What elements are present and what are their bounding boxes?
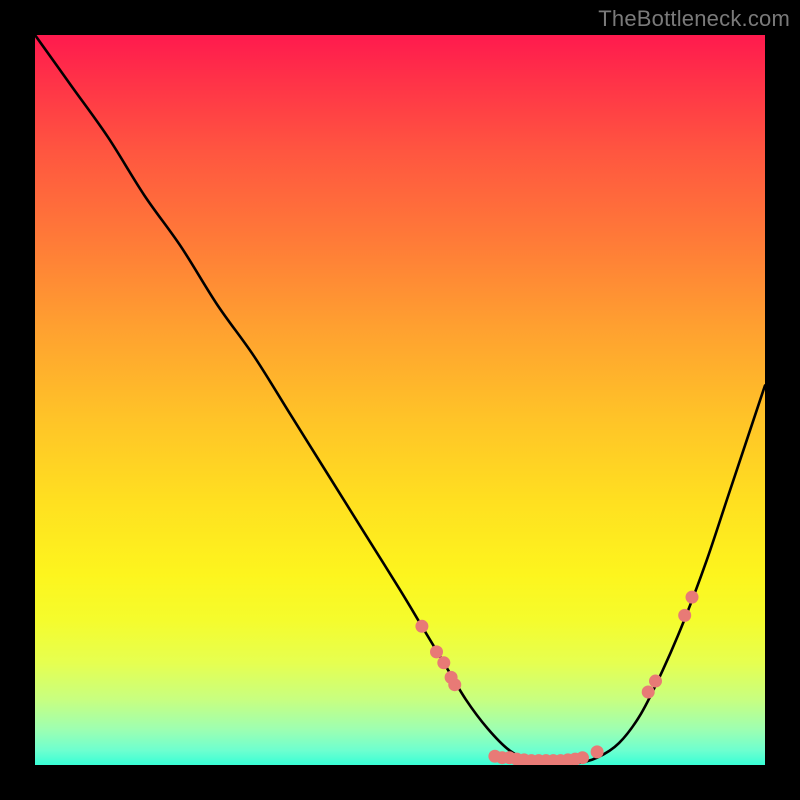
bottleneck-curve	[35, 35, 765, 765]
data-markers	[415, 591, 698, 765]
chart-container: TheBottleneck.com	[0, 0, 800, 800]
data-point	[649, 675, 662, 688]
data-point	[448, 678, 461, 691]
data-point	[678, 609, 691, 622]
curve-svg	[35, 35, 765, 765]
data-point	[642, 686, 655, 699]
data-point	[591, 745, 604, 758]
data-point	[686, 591, 699, 604]
watermark-text: TheBottleneck.com	[598, 6, 790, 32]
data-point	[437, 656, 450, 669]
data-point	[576, 751, 589, 764]
data-point	[430, 645, 443, 658]
plot-area	[35, 35, 765, 765]
data-point	[415, 620, 428, 633]
